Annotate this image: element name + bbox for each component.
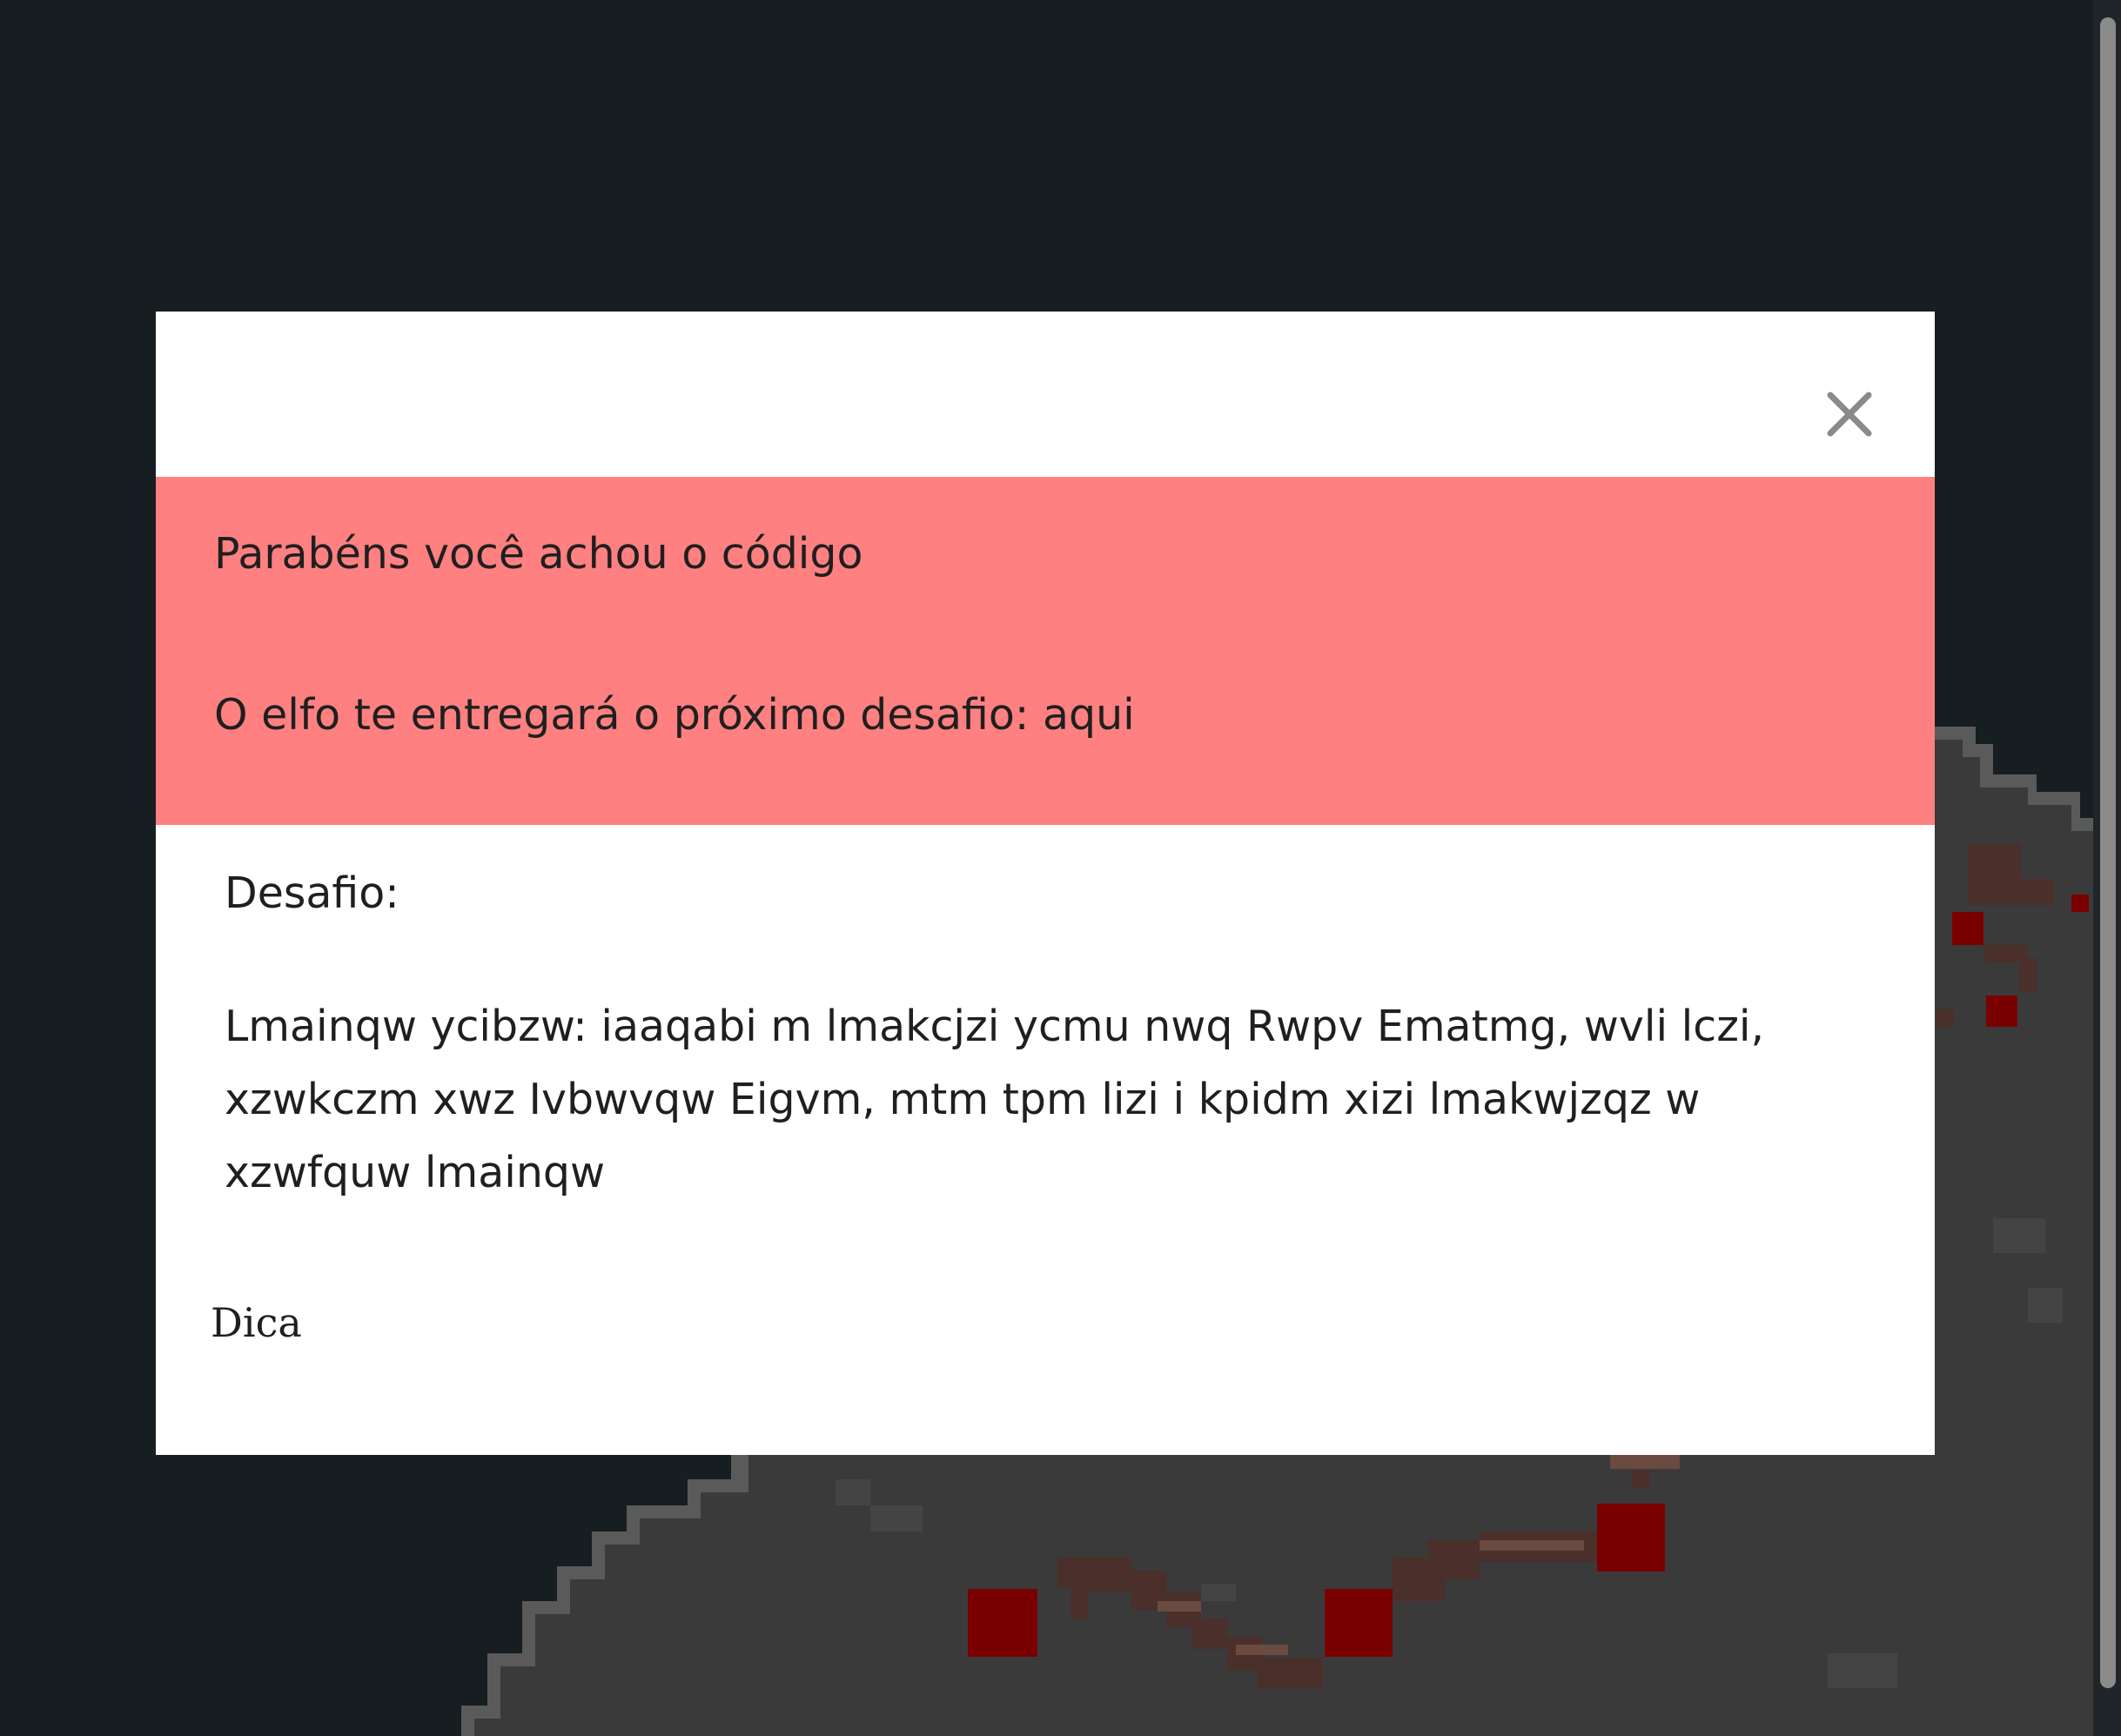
scrollbar[interactable]	[2093, 0, 2121, 1736]
close-icon[interactable]	[1825, 390, 1874, 439]
blood-block	[1597, 1504, 1665, 1572]
blood-block	[1986, 995, 2017, 1027]
alert-message: Parabéns você achou o código	[214, 529, 863, 579]
modal-header	[156, 312, 1935, 477]
blood-block	[968, 1589, 1037, 1657]
challenge-title: Desafio:	[225, 868, 399, 918]
scrollbar-thumb[interactable]	[2100, 17, 2116, 1688]
challenge-modal: Parabéns você achou o código O elfo te e…	[156, 312, 1935, 1455]
blood-block	[2071, 895, 2089, 912]
success-alert: Parabéns você achou o código O elfo te e…	[156, 477, 1935, 825]
blood-block	[1325, 1589, 1393, 1657]
next-challenge-message[interactable]: O elfo te entregará o próximo desafio: a…	[214, 690, 1135, 740]
challenge-text: Lmainqw ycibzw: iaaqabi m lmakcjzi ycmu …	[225, 1002, 1765, 1197]
game-page: Parabéns você achou o código O elfo te e…	[0, 0, 2121, 1736]
hint-link[interactable]: Dica	[211, 1299, 302, 1346]
blood-block	[1952, 912, 1983, 945]
